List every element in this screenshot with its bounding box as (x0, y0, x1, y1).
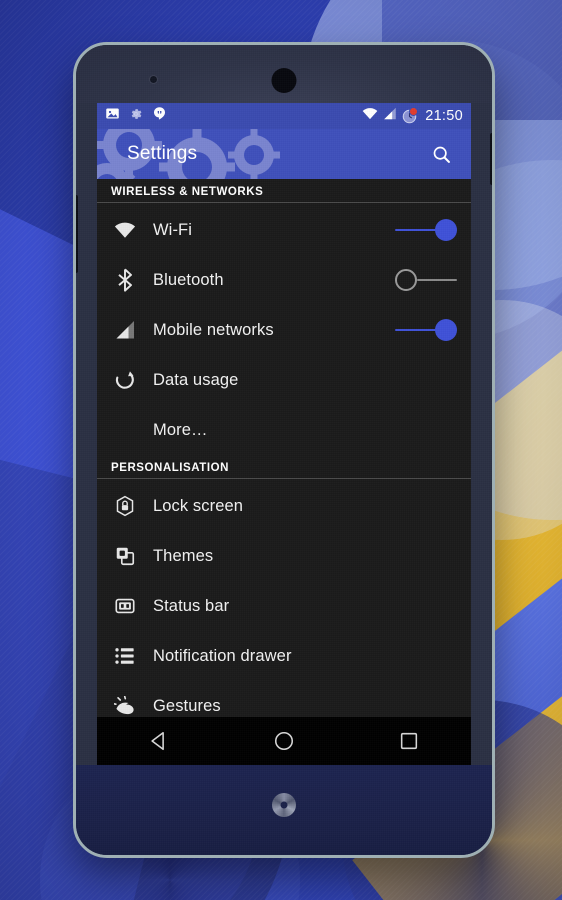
toggle-track (395, 329, 439, 331)
lock-icon (111, 495, 139, 517)
toggle-knob (435, 219, 457, 241)
phone-device: 21:50 Settings WIRELESS & NETWORKS Wi-Fi… (73, 42, 495, 858)
section-header-personalisation: PERSONALISATION (97, 455, 471, 479)
themes-icon (111, 545, 139, 567)
phone-screen: 21:50 Settings WIRELESS & NETWORKS Wi-Fi… (97, 103, 471, 765)
screenshot-image-icon (105, 106, 120, 126)
settings-row-status-bar[interactable]: Status bar (97, 581, 471, 631)
settings-row-label: Wi-Fi (153, 220, 192, 239)
recents-square-icon (400, 732, 417, 750)
swirl-logo-icon (272, 793, 296, 817)
settings-row-label: Status bar (153, 596, 230, 615)
section-header-wireless: WIRELESS & NETWORKS (97, 179, 471, 203)
cell-signal-icon (111, 320, 139, 340)
alarm-badge-dot (409, 106, 419, 116)
back-button[interactable] (133, 717, 185, 765)
settings-row-more[interactable]: More… (97, 405, 471, 455)
gear-icon (129, 107, 143, 126)
status-bar-left-icons (105, 106, 167, 126)
page-title: Settings (127, 143, 198, 164)
settings-row-themes[interactable]: Themes (97, 531, 471, 581)
home-button[interactable] (258, 717, 310, 765)
settings-row-bluetooth[interactable]: Bluetooth (97, 255, 471, 305)
settings-row-lock-screen[interactable]: Lock screen (97, 481, 471, 531)
app-bar: Settings (97, 129, 471, 179)
gestures-icon (111, 695, 139, 717)
navigation-bar (97, 717, 471, 765)
status-bar-icon (111, 595, 139, 617)
hangouts-icon (152, 106, 167, 126)
wifi-toggle[interactable] (395, 217, 457, 243)
settings-row-data-usage[interactable]: Data usage (97, 355, 471, 405)
wifi-icon (362, 107, 378, 125)
settings-row-label: Mobile networks (153, 320, 274, 339)
status-bar-clock: 21:50 (425, 108, 463, 124)
status-bar: 21:50 (97, 103, 471, 129)
volume-button[interactable] (76, 195, 78, 273)
notification-drawer-icon (111, 646, 139, 666)
home-circle-icon (274, 731, 294, 751)
power-button[interactable] (490, 133, 492, 185)
phone-bottom-bezel (76, 765, 492, 855)
toggle-knob (435, 319, 457, 341)
settings-row-mobile-networks[interactable]: Mobile networks (97, 305, 471, 355)
mobile-networks-toggle[interactable] (395, 317, 457, 343)
proximity-sensor-icon (150, 76, 157, 83)
front-camera-icon (271, 68, 297, 93)
alarm-badge-icon (402, 106, 419, 124)
settings-row-label: More… (153, 420, 208, 439)
recents-button[interactable] (383, 717, 435, 765)
settings-row-label: Lock screen (153, 496, 244, 515)
settings-row-label: Notification drawer (153, 646, 292, 665)
settings-row-wifi[interactable]: Wi-Fi (97, 205, 471, 255)
toggle-knob (395, 269, 417, 291)
toggle-track (395, 229, 439, 231)
settings-list[interactable]: WIRELESS & NETWORKS Wi-Fi Bluetooth Mobi… (97, 179, 471, 765)
bluetooth-icon (111, 268, 139, 292)
wifi-icon (111, 221, 139, 239)
settings-row-label: Gestures (153, 696, 221, 715)
bluetooth-toggle[interactable] (395, 267, 457, 293)
data-usage-icon (111, 369, 139, 391)
settings-row-label: Data usage (153, 370, 239, 389)
cell-signal-icon (383, 107, 397, 125)
toggle-track (417, 279, 457, 281)
search-icon (433, 146, 450, 163)
search-button[interactable] (427, 140, 455, 168)
settings-row-label: Bluetooth (153, 270, 224, 289)
settings-row-label: Themes (153, 546, 214, 565)
status-bar-right-icons: 21:50 (362, 106, 463, 125)
back-triangle-icon (151, 731, 165, 751)
settings-row-notification-drawer[interactable]: Notification drawer (97, 631, 471, 681)
